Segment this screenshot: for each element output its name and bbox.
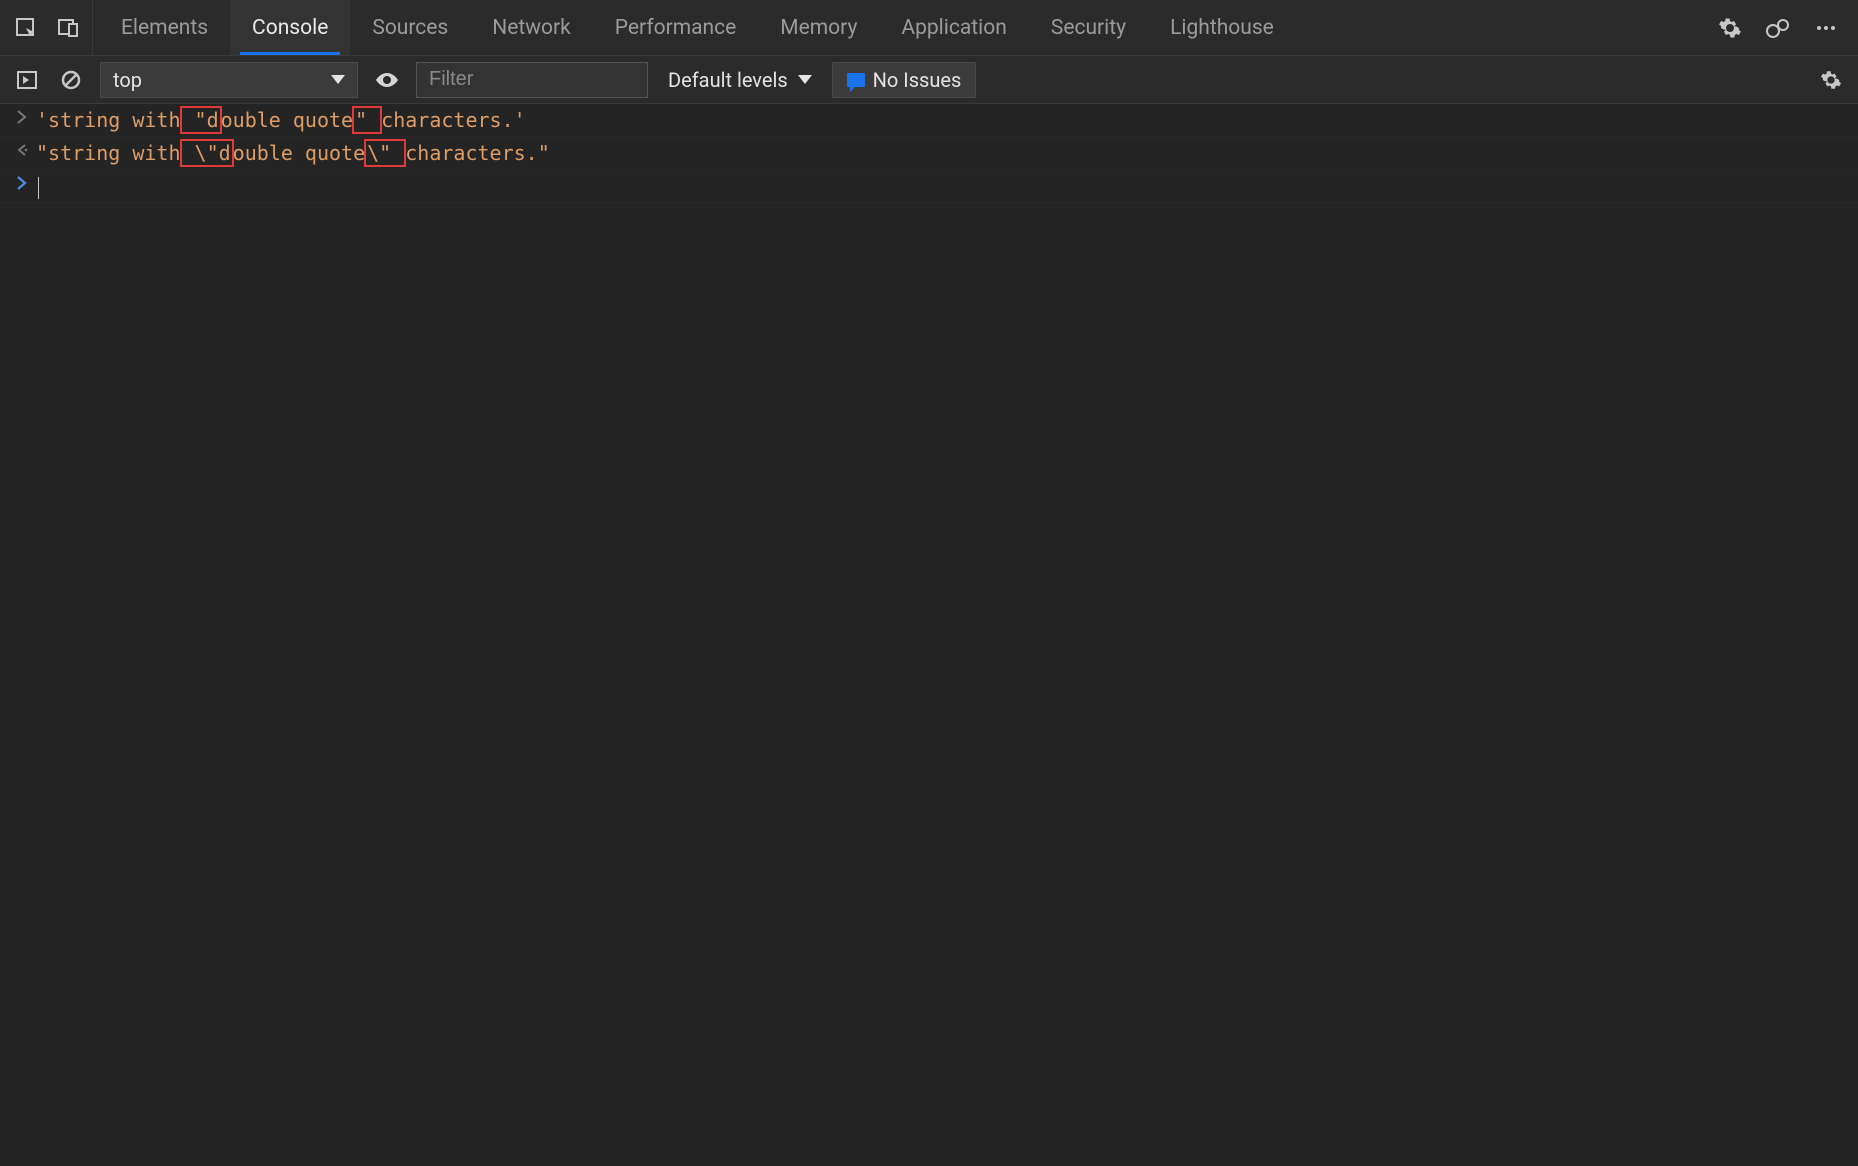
tab-memory[interactable]: Memory xyxy=(758,0,879,55)
tab-elements[interactable]: Elements xyxy=(99,0,230,55)
more-options-icon[interactable] xyxy=(1812,14,1840,42)
tab-label: Elements xyxy=(121,16,208,40)
tab-label: Lighthouse xyxy=(1170,16,1274,40)
tab-lighthouse[interactable]: Lighthouse xyxy=(1148,0,1296,55)
levels-label: Default levels xyxy=(668,68,788,92)
tab-application[interactable]: Application xyxy=(879,0,1028,55)
tab-console[interactable]: Console xyxy=(230,0,350,55)
tab-label: Console xyxy=(252,16,328,40)
execution-context-select[interactable]: top xyxy=(100,62,358,98)
console-output[interactable]: 'string with "double quote" characters.'… xyxy=(0,104,1858,1166)
highlight-box: " xyxy=(352,106,382,134)
issues-label: No Issues xyxy=(873,68,962,92)
issues-button[interactable]: No Issues xyxy=(832,62,977,98)
prompt-chevron-icon xyxy=(12,172,32,190)
console-prompt-row[interactable] xyxy=(0,170,1858,203)
tab-label: Memory xyxy=(780,16,857,40)
console-output-row: "string with \"double quote\" characters… xyxy=(0,137,1858,170)
filter-input[interactable] xyxy=(416,62,648,98)
tab-security[interactable]: Security xyxy=(1029,0,1148,55)
tab-label: Network xyxy=(492,16,571,40)
whats-new-icon[interactable] xyxy=(1764,14,1792,42)
context-select-label: top xyxy=(113,68,142,92)
console-settings-gear-icon[interactable] xyxy=(1816,65,1846,95)
settings-gear-icon[interactable] xyxy=(1716,14,1744,42)
tab-label: Application xyxy=(901,16,1006,40)
highlight-box: \"d xyxy=(180,139,234,167)
highlight-box: \" xyxy=(364,139,406,167)
dropdown-triangle-icon xyxy=(798,75,812,84)
right-icon-group xyxy=(1716,14,1850,42)
input-chevron-icon xyxy=(12,106,32,124)
console-toolbar: top Default levels No Issues xyxy=(0,56,1858,104)
console-input-echo-row: 'string with "double quote" characters.' xyxy=(0,104,1858,137)
device-toggle-icon[interactable] xyxy=(54,14,82,42)
clear-console-icon[interactable] xyxy=(56,65,86,95)
console-line-text: 'string with "double quote" characters.' xyxy=(32,106,526,134)
tab-sources[interactable]: Sources xyxy=(350,0,470,55)
console-input[interactable] xyxy=(32,172,39,200)
log-levels-select[interactable]: Default levels xyxy=(662,68,818,92)
dropdown-triangle-icon xyxy=(331,75,345,84)
devtools-tabbar: Elements Console Sources Network Perform… xyxy=(0,0,1858,56)
live-expression-icon[interactable] xyxy=(372,65,402,95)
highlight-box: "d xyxy=(180,106,222,134)
toggle-sidebar-icon[interactable] xyxy=(12,65,42,95)
text-cursor xyxy=(38,177,39,199)
left-icon-group xyxy=(8,0,93,55)
inspect-element-icon[interactable] xyxy=(12,14,40,42)
tab-network[interactable]: Network xyxy=(470,0,593,55)
tab-list: Elements Console Sources Network Perform… xyxy=(99,0,1296,55)
speech-bubble-icon xyxy=(847,73,865,87)
tab-performance[interactable]: Performance xyxy=(593,0,758,55)
tab-label: Performance xyxy=(615,16,736,40)
tab-label: Sources xyxy=(372,16,448,40)
console-line-text: "string with \"double quote\" characters… xyxy=(32,139,550,167)
output-chevron-icon xyxy=(12,139,32,157)
tab-label: Security xyxy=(1051,16,1126,40)
